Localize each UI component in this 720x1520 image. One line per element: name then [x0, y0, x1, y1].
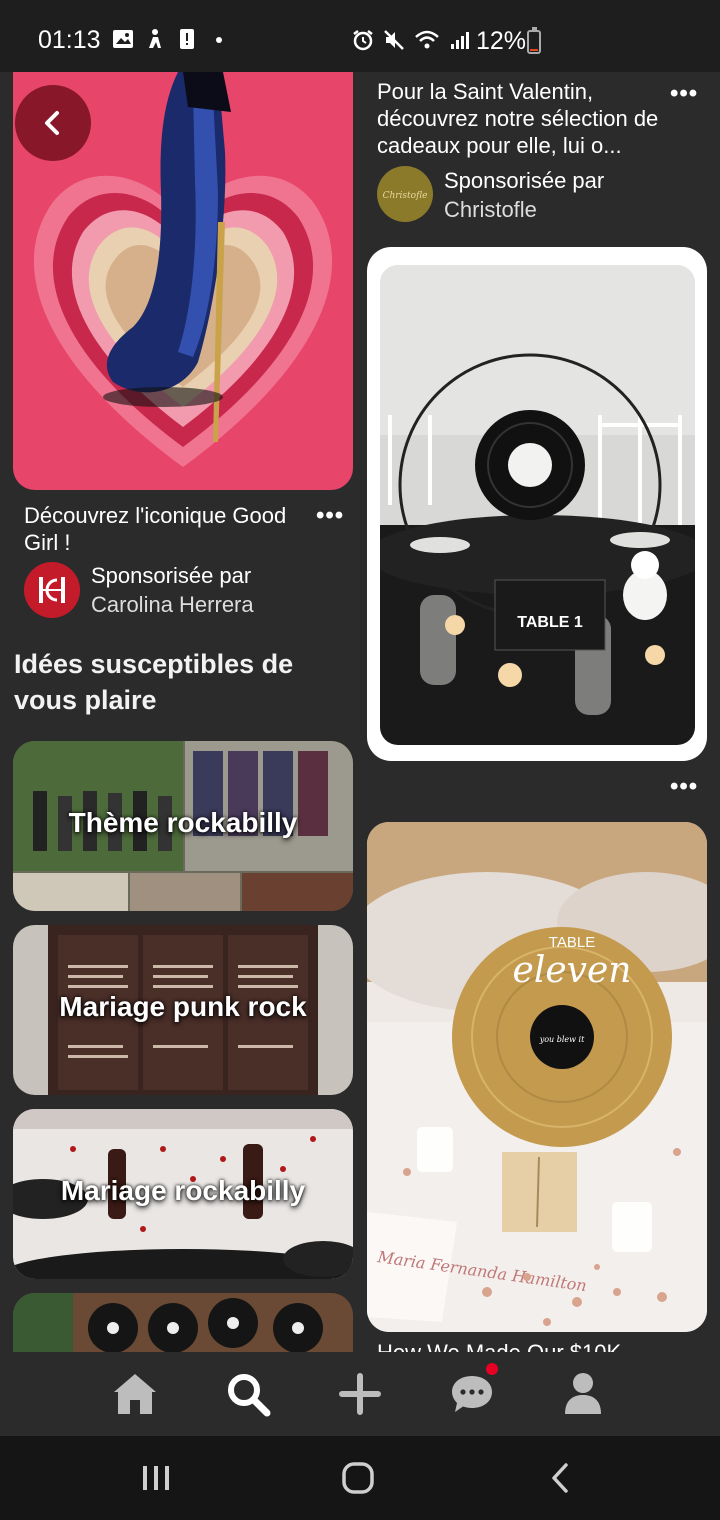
christofle-logo-text: Christofle	[383, 191, 428, 201]
alarm-icon	[353, 30, 373, 51]
idea-card-label: Thème rockabilly	[68, 807, 298, 838]
sponsor-name[interactable]: Christofle	[444, 197, 537, 223]
accessibility-icon	[149, 29, 161, 48]
battery-icon	[527, 27, 541, 54]
nav-home[interactable]	[95, 1352, 175, 1436]
gold-center-text: you blew it	[539, 1035, 585, 1044]
status-system-icons	[352, 29, 471, 51]
more-options-button[interactable]: •••	[670, 80, 698, 108]
christofle-logo-icon: Christofle	[383, 191, 428, 201]
system-navigation-bar	[0, 1436, 720, 1520]
recent-apps-button[interactable]	[120, 1436, 192, 1520]
status-bar: 01:13 12%	[0, 0, 720, 72]
nav-create[interactable]	[320, 1352, 400, 1436]
idea-card-mariage-rockabilly[interactable]: Mariage rockabilly	[13, 1109, 353, 1279]
plus-icon	[339, 1373, 381, 1415]
nav-search[interactable]	[208, 1352, 288, 1436]
gallery-icon	[113, 30, 133, 48]
back-nav-button[interactable]	[524, 1436, 596, 1520]
idea-card-label: Mariage punk rock	[59, 991, 307, 1022]
pin-gold-vinyl-table[interactable]: TABLE eleven you blew it Maria Fernanda …	[367, 822, 707, 1332]
more-options-button[interactable]: •••	[670, 773, 698, 801]
next-pin-title[interactable]: How We Made Our $10K	[377, 1340, 621, 1352]
vinyl-seating-image	[13, 1293, 353, 1352]
ch-monogram-icon	[39, 577, 65, 603]
chevron-left-icon	[45, 111, 59, 135]
home-circle-icon	[342, 1462, 374, 1494]
home-button[interactable]	[322, 1436, 394, 1520]
idea-card-label: Mariage rockabilly	[60, 1175, 306, 1206]
battery-level	[530, 49, 538, 51]
back-button[interactable]	[15, 85, 91, 161]
status-notification-icons	[112, 28, 230, 50]
alert-icon	[180, 29, 194, 49]
carolina-herrera-logo[interactable]	[24, 562, 80, 618]
sponsor-name[interactable]: Carolina Herrera	[91, 592, 254, 618]
christofle-logo[interactable]: Christofle	[377, 166, 433, 222]
more-options-button[interactable]: •••	[316, 502, 344, 530]
gold-vinyl-image: TABLE eleven you blew it Maria Fernanda …	[367, 822, 707, 1332]
table-sign-text: TABLE 1	[517, 614, 583, 631]
bottom-navigation	[0, 1352, 720, 1436]
vinyl-centerpiece-image: TABLE 1	[380, 265, 695, 745]
pin-title-saint-valentin[interactable]: Pour la Saint Valentin, découvrez notre …	[377, 78, 667, 159]
battery-percent: 12%	[476, 27, 527, 55]
profile-icon	[565, 1373, 601, 1414]
gold-sign-big: eleven	[513, 950, 632, 991]
signal-icon	[451, 32, 469, 49]
sponsor-label: Sponsorisée par	[444, 168, 605, 193]
nav-messages[interactable]	[432, 1352, 512, 1436]
sponsor-label: Sponsorisée par	[91, 563, 252, 588]
chat-icon	[452, 1376, 492, 1412]
back-arrow-icon	[552, 1463, 568, 1493]
wifi-icon	[415, 30, 439, 49]
ideas-section-title: Idées susceptibles de vous plaire	[14, 649, 294, 715]
status-time: 01:13	[38, 26, 101, 54]
pin-vinyl-table-centerpiece[interactable]: TABLE 1	[367, 247, 707, 761]
notification-badge	[486, 1363, 498, 1375]
home-icon	[114, 1374, 156, 1414]
idea-card-theme-rockabilly[interactable]: Thème rockabilly	[13, 741, 353, 911]
idea-card-punk-rock[interactable]: Mariage punk rock	[13, 925, 353, 1095]
nav-profile[interactable]	[543, 1352, 623, 1436]
dot-icon	[216, 37, 222, 43]
pin-title-good-girl[interactable]: Découvrez l'iconique Good Girl !	[24, 502, 304, 556]
search-icon	[228, 1374, 271, 1417]
recent-apps-icon	[143, 1466, 169, 1490]
gold-sign-small: TABLE	[549, 934, 595, 951]
idea-card-mariage-rock[interactable]	[13, 1293, 353, 1352]
mute-icon	[384, 30, 404, 50]
